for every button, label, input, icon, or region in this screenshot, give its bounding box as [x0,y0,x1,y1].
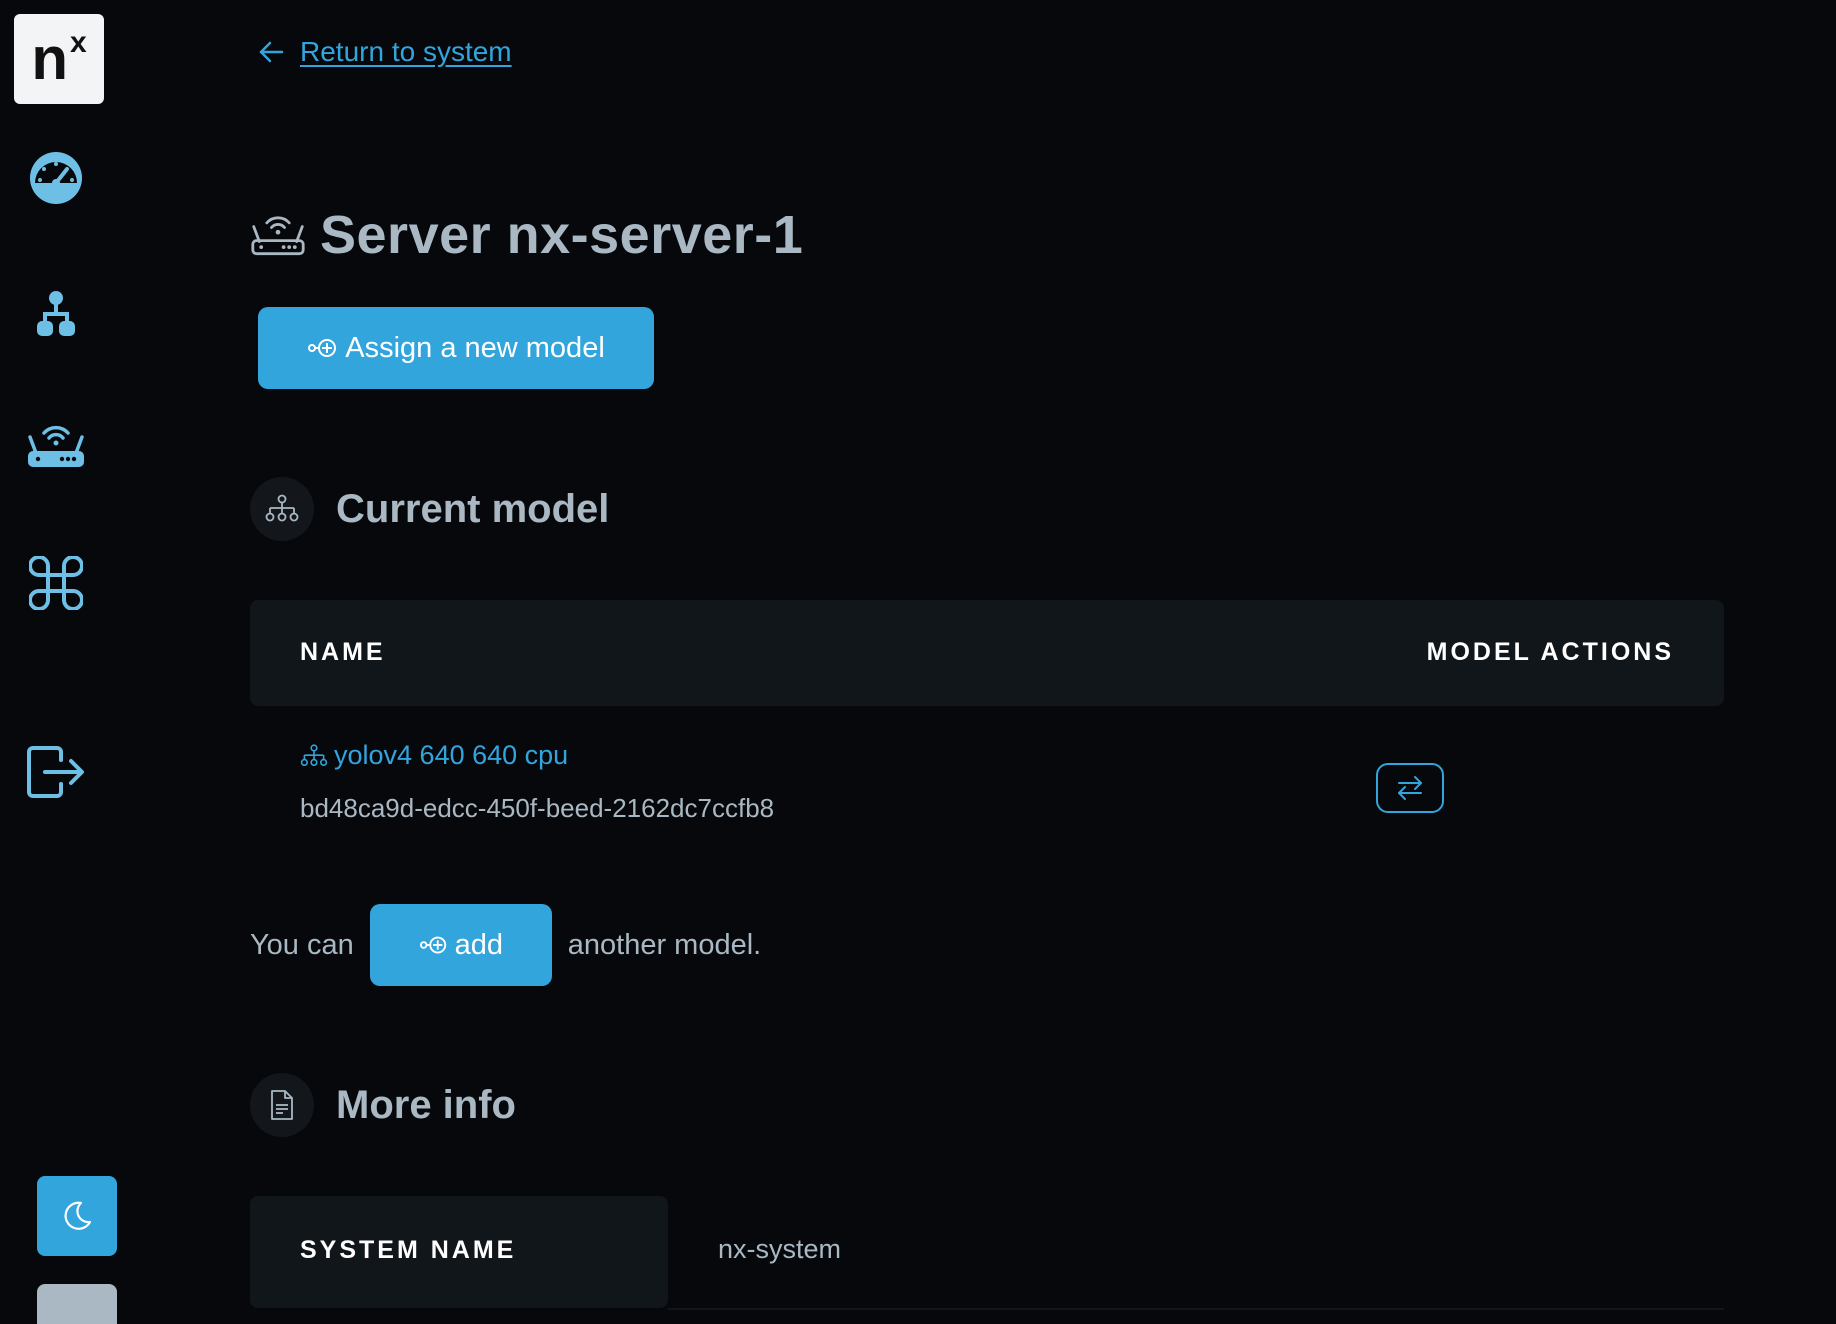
nav-logout[interactable] [24,740,88,804]
theme-toggle-button[interactable] [37,1176,117,1256]
router-icon [251,216,305,256]
command-icon [29,556,83,610]
nx-logo[interactable]: nx [14,14,104,104]
info-divider [668,1308,1724,1310]
system-name-label: SYSTEM NAME [300,1236,517,1264]
moon-icon [64,1201,92,1230]
swap-model-button[interactable] [1376,763,1444,813]
add-suffix: another model. [567,928,762,961]
link-plus-icon [308,339,337,357]
add-model-line: You can add another model. [250,904,761,986]
logout-icon [27,746,84,798]
page-heading: Server nx-server-1 [320,205,804,265]
add-prefix: You can [250,928,354,961]
add-model-button[interactable]: add [369,904,552,986]
hierarchy-icon [250,477,314,541]
info-label-cell: SYSTEM NAME [250,1196,668,1308]
page-title: Server nx-server-1 [250,204,803,266]
models-icon [37,291,75,336]
table-row: yolov4 640 640 cpu bd48ca9d-edcc-450f-be… [300,740,774,824]
model-name[interactable]: yolov4 640 640 cpu [334,740,568,771]
add-button-label: add [454,928,503,961]
swap-icon [1398,776,1422,800]
system-name-value: nx-system [718,1234,842,1264]
logo-superscript: x [69,26,87,59]
nav-servers[interactable] [24,414,88,478]
model-hierarchy-icon [300,743,328,766]
sidebar: nx [0,0,118,1324]
more-info-section-header: More info [250,1073,516,1137]
section-title-current-model: Current model [336,486,610,531]
return-to-system-link[interactable]: Return to system [258,36,512,68]
document-icon [250,1073,314,1137]
server-icon [28,425,84,467]
nav-dashboard[interactable] [24,146,88,210]
column-header-name: NAME [300,638,386,666]
section-title-more-info: More info [336,1082,516,1127]
logo-letter: n [31,25,68,92]
info-row-system-name: SYSTEM NAME nx-system [250,1196,1724,1312]
assign-button-label: Assign a new model [345,331,605,364]
table-header: NAME MODEL ACTIONS [250,600,1724,706]
column-header-model-actions: MODEL ACTIONS [1426,638,1674,666]
nav-commands[interactable] [24,551,88,615]
nav-models[interactable] [24,282,88,346]
return-link-label[interactable]: Return to system [300,36,512,68]
user-menu-button[interactable] [37,1284,117,1324]
model-link[interactable]: yolov4 640 640 cpu [300,740,774,771]
link-plus-icon [419,936,446,954]
dashboard-icon [30,152,82,204]
current-model-section-header: Current model [250,477,609,541]
model-id: bd48ca9d-edcc-450f-beed-2162dc7ccfb8 [300,793,775,823]
assign-new-model-button[interactable]: Assign a new model [258,307,654,389]
arrow-left-icon [259,41,284,63]
